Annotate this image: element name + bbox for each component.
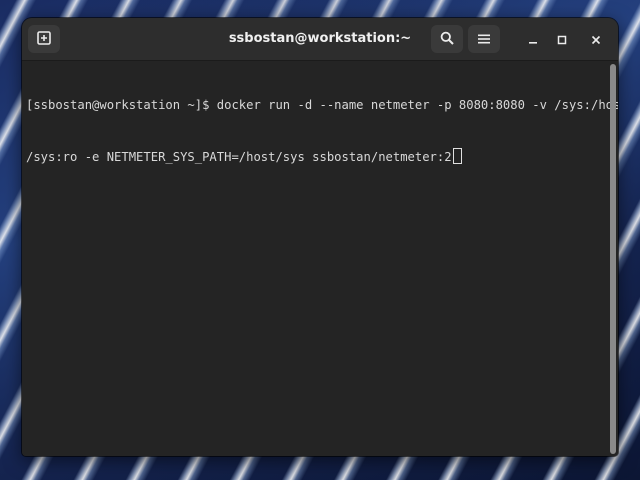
new-tab-icon xyxy=(37,30,51,49)
terminal-line: /sys:ro -e NETMETER_SYS_PATH=/host/sys s… xyxy=(26,150,452,164)
new-tab-button[interactable] xyxy=(28,25,60,53)
terminal-line: [ssbostan@workstation ~]$ docker run -d … xyxy=(26,98,618,112)
search-button[interactable] xyxy=(431,25,463,53)
window-title: ssbostan@workstation:~ xyxy=(228,31,412,46)
terminal-window: ssbostan@workstation:~ [ssbostan@worksta… xyxy=(22,18,618,456)
minimize-icon xyxy=(528,30,538,49)
title-bar[interactable]: ssbostan@workstation:~ xyxy=(22,18,618,61)
text-cursor xyxy=(452,148,462,164)
terminal-line-current: /sys:ro -e NETMETER_SYS_PATH=/host/sys s… xyxy=(26,148,606,166)
minimize-button[interactable] xyxy=(519,25,547,53)
terminal-area[interactable]: [ssbostan@workstation ~]$ docker run -d … xyxy=(22,61,618,456)
maximize-icon xyxy=(557,30,567,49)
search-icon xyxy=(440,30,454,49)
terminal-output: [ssbostan@workstation ~]$ docker run -d … xyxy=(26,63,618,200)
close-button[interactable] xyxy=(582,25,610,53)
menu-button[interactable] xyxy=(468,25,500,53)
hamburger-menu-icon xyxy=(478,30,490,49)
close-icon xyxy=(591,30,601,49)
maximize-button[interactable] xyxy=(548,25,576,53)
scrollbar[interactable] xyxy=(610,64,616,454)
